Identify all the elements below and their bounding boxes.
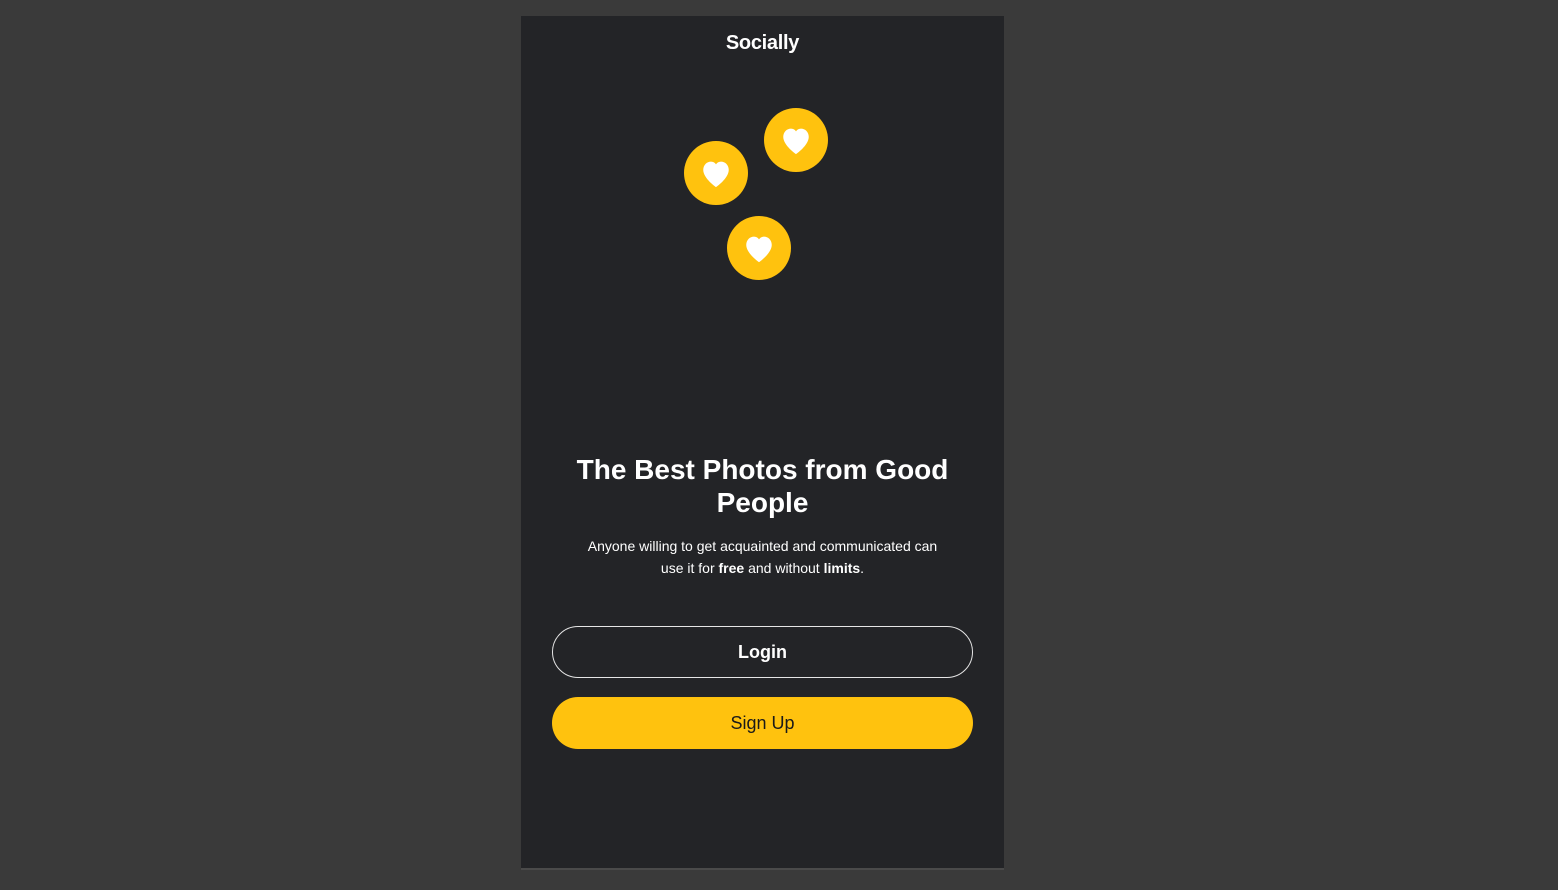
subtext-part: .	[860, 560, 865, 576]
hero-headline: The Best Photos from Good People	[576, 454, 949, 518]
subtext-emphasis-limits: limits	[823, 560, 861, 576]
heart-badge	[684, 141, 748, 205]
app-screen: Socially The Best Photos from Good Peopl…	[521, 16, 1004, 870]
heart-icon	[746, 236, 772, 263]
heart-icon	[783, 128, 809, 155]
heart-badge	[764, 108, 828, 172]
subtext-part: and without	[744, 560, 824, 576]
heart-icon	[703, 161, 729, 188]
app-title: Socially	[725, 32, 800, 54]
signup-button[interactable]: Sign Up	[552, 697, 973, 749]
login-button[interactable]: Login	[552, 626, 973, 678]
heart-badge	[727, 216, 791, 280]
hero-subtext: Anyone willing to get acquainted and com…	[576, 535, 949, 579]
subtext-emphasis-free: free	[718, 560, 745, 576]
